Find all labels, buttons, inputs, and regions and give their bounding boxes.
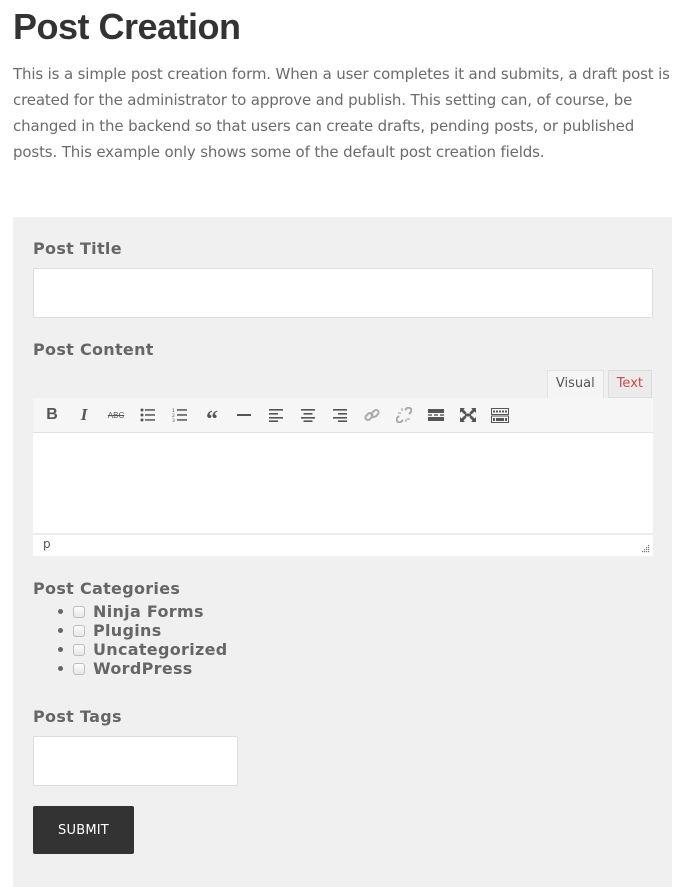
strikethrough-icon: ABC	[107, 410, 125, 420]
remove-link-button[interactable]	[393, 404, 415, 426]
list-item: Uncategorized	[33, 640, 228, 659]
numbered-list-button[interactable]: 123	[169, 404, 191, 426]
submit-button[interactable]: SUBMIT	[33, 806, 134, 854]
resize-handle-icon[interactable]	[641, 544, 650, 553]
italic-button[interactable]: I	[73, 404, 95, 426]
category-label[interactable]: Uncategorized	[93, 640, 228, 659]
category-label[interactable]: Plugins	[93, 621, 162, 640]
post-title-input[interactable]	[33, 268, 653, 318]
svg-text:3: 3	[172, 418, 175, 422]
category-checkbox-wordpress[interactable]	[73, 662, 85, 675]
post-content-label: Post Content	[33, 340, 154, 359]
editor-statusbar: p	[33, 534, 653, 556]
align-center-icon	[301, 409, 315, 422]
align-right-icon	[333, 409, 347, 422]
list-item: WordPress	[33, 659, 228, 678]
numbered-list-icon: 123	[172, 408, 187, 422]
strikethrough-button[interactable]: ABC	[105, 404, 127, 426]
category-label[interactable]: WordPress	[93, 659, 193, 678]
category-label[interactable]: Ninja Forms	[93, 602, 204, 621]
align-left-button[interactable]	[265, 404, 287, 426]
bullet	[58, 647, 63, 652]
bulleted-list-button[interactable]	[137, 404, 159, 426]
list-item: Ninja Forms	[33, 602, 228, 621]
post-title-label: Post Title	[33, 239, 122, 258]
fullscreen-icon	[460, 408, 476, 422]
editor-tabs: Visual Text	[546, 370, 652, 398]
toolbar-toggle-button[interactable]	[489, 404, 511, 426]
bullet	[58, 666, 63, 671]
unlink-icon	[396, 407, 412, 423]
tab-visual[interactable]: Visual	[546, 370, 604, 398]
post-creation-form: Post Title Post Content Visual Text B I …	[13, 217, 672, 887]
insert-link-button[interactable]	[361, 404, 383, 426]
horizontal-line-button[interactable]	[233, 404, 255, 426]
category-checkbox-plugins[interactable]	[73, 624, 85, 637]
bold-button[interactable]: B	[41, 404, 63, 426]
intro-text: This is a simple post creation form. Whe…	[13, 65, 670, 161]
editor-toolbar: B I ABC 123 “	[33, 398, 653, 433]
read-more-icon	[428, 409, 444, 421]
post-content-editor[interactable]	[33, 433, 653, 534]
tab-text[interactable]: Text	[607, 370, 652, 398]
category-checkbox-uncategorized[interactable]	[73, 643, 85, 656]
bulleted-list-icon	[140, 408, 155, 422]
horizontal-line-icon	[237, 414, 251, 416]
category-list: Ninja Forms Plugins Uncategorized WordPr…	[33, 602, 228, 678]
align-right-button[interactable]	[329, 404, 351, 426]
blockquote-button[interactable]: “	[201, 404, 223, 433]
bold-icon: B	[46, 406, 58, 423]
bullet	[58, 609, 63, 614]
page-title: Post Creation	[13, 6, 241, 47]
keyboard-icon	[491, 407, 509, 423]
read-more-button[interactable]	[425, 404, 447, 426]
bullet	[58, 628, 63, 633]
link-icon	[364, 408, 380, 422]
post-categories-label: Post Categories	[33, 579, 181, 598]
element-path[interactable]: p	[43, 537, 51, 551]
align-center-button[interactable]	[297, 404, 319, 426]
italic-icon: I	[80, 405, 88, 424]
fullscreen-button[interactable]	[457, 404, 479, 426]
post-tags-input[interactable]	[33, 736, 238, 786]
post-tags-label: Post Tags	[33, 707, 122, 726]
category-checkbox-ninja-forms[interactable]	[73, 605, 85, 618]
blockquote-icon: “	[206, 407, 218, 433]
list-item: Plugins	[33, 621, 228, 640]
align-left-icon	[269, 409, 283, 422]
